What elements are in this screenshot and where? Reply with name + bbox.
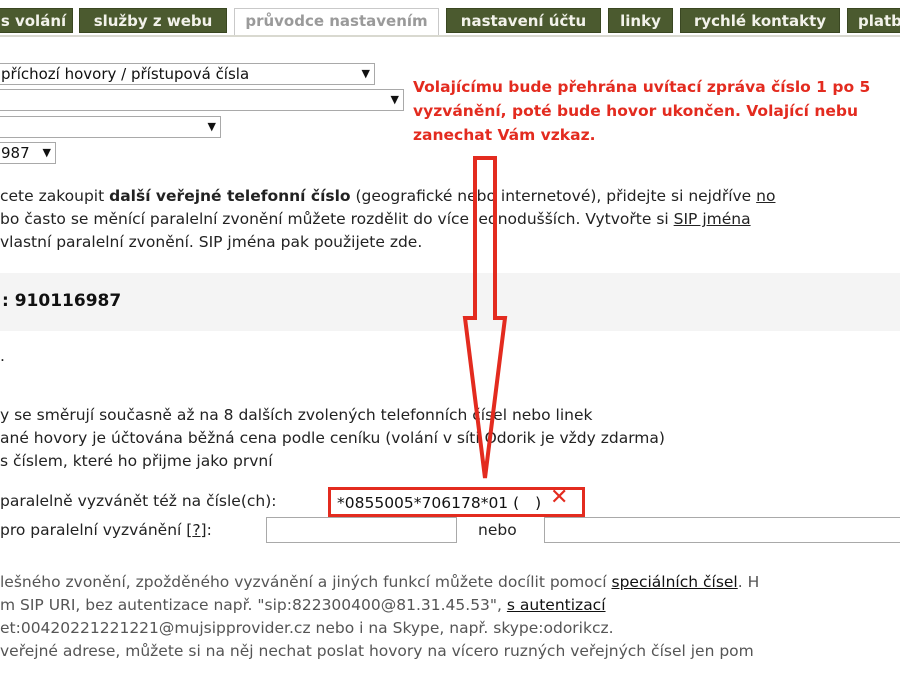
annotation-arrow-icon — [462, 156, 508, 479]
